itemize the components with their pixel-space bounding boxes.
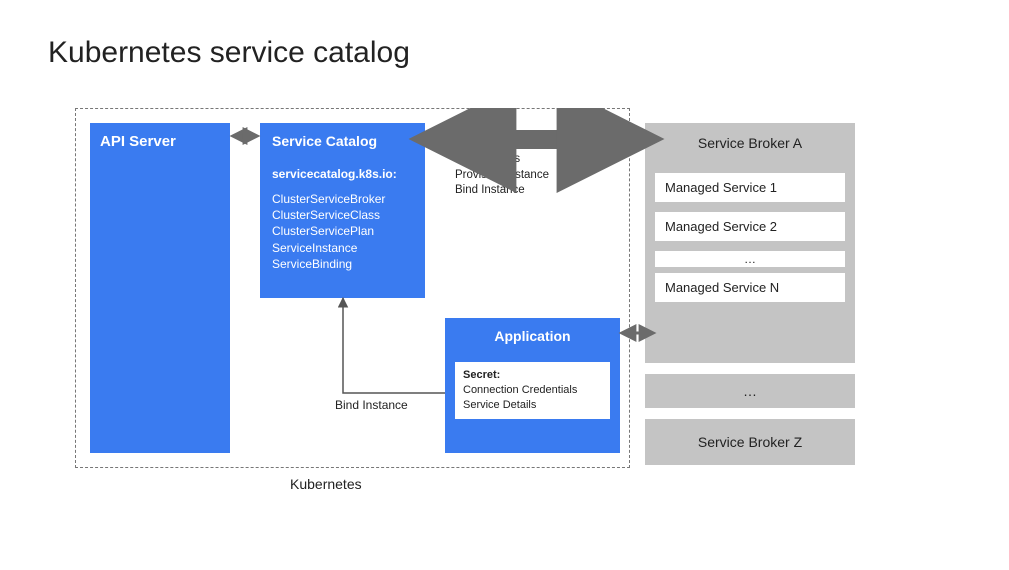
diagram-canvas: Kubernetes API Server Service Catalog se… — [75, 108, 905, 528]
service-catalog-box: Service Catalog servicecatalog.k8s.io: C… — [260, 123, 425, 298]
application-box: Application Secret: Connection Credentia… — [445, 318, 620, 453]
application-title: Application — [455, 328, 610, 344]
secret-box: Secret: Connection Credentials Service D… — [455, 362, 610, 419]
service-broker-a-box: Service Broker A Managed Service 1 Manag… — [645, 123, 855, 363]
managed-service-ellipsis: … — [655, 251, 845, 267]
service-broker-a-title: Service Broker A — [655, 135, 845, 151]
api-server-box: API Server — [90, 123, 230, 453]
resource-item: ServiceBinding — [272, 256, 413, 272]
api-server-title: API Server — [100, 133, 220, 150]
broker-ellipsis: … — [645, 374, 855, 408]
resource-list: ClusterServiceBroker ClusterServiceClass… — [272, 191, 413, 272]
kubernetes-label: Kubernetes — [290, 476, 362, 492]
osb-actions: List Services Provision Instance Bind In… — [455, 152, 549, 199]
secret-title: Secret: — [463, 368, 602, 383]
service-broker-z-box: Service Broker Z — [645, 419, 855, 465]
managed-service-item: Managed Service N — [655, 273, 845, 302]
resource-item: ClusterServiceClass — [272, 207, 413, 223]
secret-line: Service Details — [463, 398, 602, 413]
page-title: Kubernetes service catalog — [48, 36, 410, 70]
resource-item: ServiceInstance — [272, 240, 413, 256]
bind-instance-label: Bind Instance — [335, 398, 408, 412]
osb-action: List Services — [455, 152, 549, 168]
osb-action: Provision Instance — [455, 168, 549, 184]
resource-item: ClusterServiceBroker — [272, 191, 413, 207]
managed-service-item: Managed Service 1 — [655, 173, 845, 202]
resource-item: ClusterServicePlan — [272, 223, 413, 239]
service-catalog-title: Service Catalog — [272, 133, 413, 149]
managed-service-item: Managed Service 2 — [655, 212, 845, 241]
secret-line: Connection Credentials — [463, 383, 602, 398]
osb-api-label: Open Service Broker API — [455, 130, 630, 149]
osb-action: Bind Instance — [455, 183, 549, 199]
api-group-label: servicecatalog.k8s.io: — [272, 167, 413, 181]
